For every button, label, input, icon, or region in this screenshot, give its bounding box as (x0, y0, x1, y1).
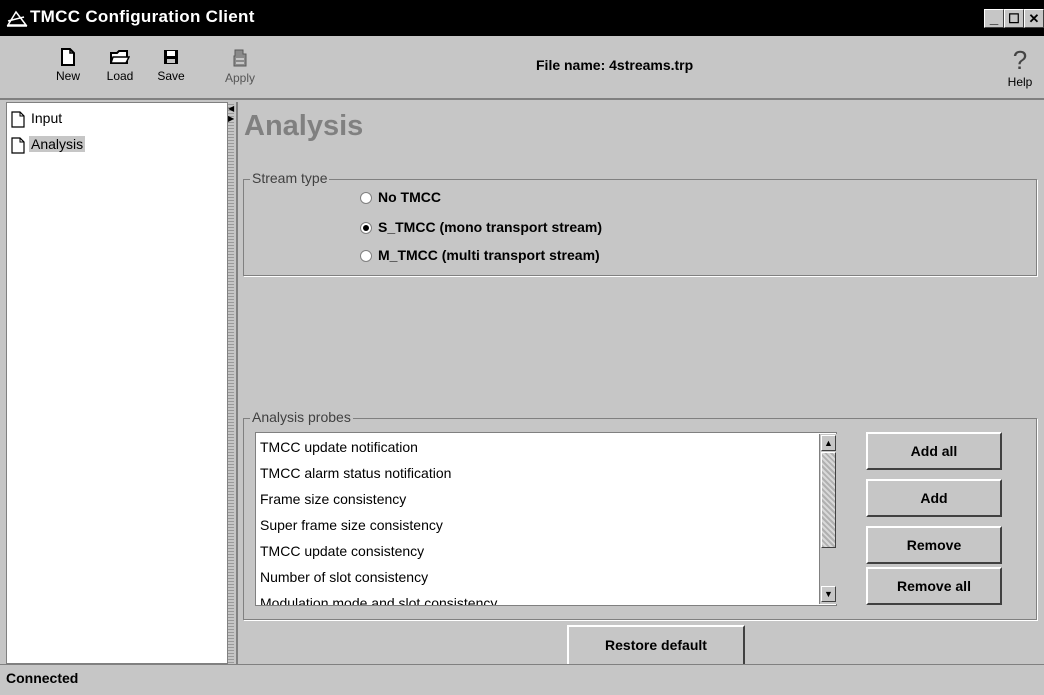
radio-s-tmcc[interactable]: S_TMCC (mono transport stream) (360, 217, 602, 237)
save-button[interactable]: Save (149, 48, 193, 96)
list-scrollbar[interactable]: ▲ ▼ (819, 434, 837, 604)
radio-button[interactable] (360, 250, 372, 263)
radio-no-tmcc[interactable]: No TMCC (360, 187, 441, 207)
analysis-probes-list[interactable]: TMCC update notification TMCC alarm stat… (255, 432, 837, 606)
list-item[interactable]: TMCC update notification (260, 434, 418, 460)
floppy-disk-icon (164, 50, 178, 64)
minimize-button[interactable]: _ (984, 9, 1004, 28)
window-title: TMCC Configuration Client (30, 7, 255, 26)
close-button[interactable]: ✕ (1024, 9, 1044, 28)
page-title: Analysis (244, 110, 364, 142)
panel-splitter[interactable] (228, 102, 234, 664)
status-text: Connected (6, 670, 79, 686)
radio-label: S_TMCC (mono transport stream) (378, 219, 603, 235)
add-button[interactable]: Add (866, 479, 1002, 517)
list-item[interactable]: Frame size consistency (260, 486, 406, 512)
new-button[interactable]: New (46, 48, 90, 96)
radio-label: M_TMCC (multi transport stream) (378, 247, 600, 263)
apply-label: Apply (224, 71, 256, 85)
remove-button[interactable]: Remove (866, 526, 1002, 564)
expand-right-icon[interactable]: ▶ (228, 114, 234, 124)
list-item[interactable]: TMCC update consistency (260, 538, 424, 564)
new-label: New (55, 69, 80, 83)
list-item[interactable]: Number of slot consistency (260, 564, 428, 590)
title-bar: TMCC Configuration Client _ ☐ ✕ (0, 0, 1044, 36)
add-all-button[interactable]: Add all (866, 432, 1002, 470)
scroll-up-icon[interactable]: ▲ (821, 435, 836, 451)
file-name-label: File name: 4streams.trp (536, 57, 694, 73)
navigation-tree: Input Analysis (6, 102, 228, 664)
document-icon (11, 111, 25, 128)
apply-icon (233, 49, 247, 67)
radio-button[interactable] (360, 222, 372, 235)
status-bar (0, 664, 1044, 695)
document-icon (11, 137, 25, 154)
radio-m-tmcc[interactable]: M_TMCC (multi transport stream) (360, 245, 600, 265)
help-label: Help (1007, 75, 1033, 89)
maximize-button[interactable]: ☐ (1004, 9, 1024, 28)
tree-item-label: Analysis (29, 136, 86, 152)
tree-item-label: Input (31, 110, 63, 126)
radio-button[interactable] (360, 192, 372, 205)
tree-item-input[interactable]: Input (11, 107, 64, 129)
list-item[interactable]: TMCC alarm status notification (260, 460, 451, 486)
tree-item-analysis[interactable]: Analysis (11, 133, 86, 155)
radio-label: No TMCC (378, 189, 441, 205)
app-icon (6, 10, 28, 27)
scrollbar-thumb[interactable] (821, 452, 836, 548)
splitter-arrows[interactable]: ◀ ▶ (228, 104, 234, 134)
load-label: Load (106, 69, 134, 83)
new-file-icon (61, 48, 75, 66)
collapse-left-icon[interactable]: ◀ (228, 104, 234, 114)
save-label: Save (157, 69, 185, 83)
restore-default-button[interactable]: Restore default (567, 625, 745, 665)
remove-all-button[interactable]: Remove all (866, 567, 1002, 605)
list-item[interactable]: Modulation mode and slot consistency (260, 590, 497, 605)
stream-type-legend: Stream type (250, 170, 330, 186)
list-item[interactable]: Super frame size consistency (260, 512, 443, 538)
load-button[interactable]: Load (98, 48, 142, 96)
analysis-probes-legend: Analysis probes (250, 409, 353, 425)
apply-button[interactable]: Apply (218, 48, 262, 96)
scroll-down-icon[interactable]: ▼ (821, 586, 836, 602)
help-button[interactable]: ? Help (998, 45, 1042, 96)
open-folder-icon (110, 50, 130, 64)
help-icon: ? (1012, 45, 1028, 75)
